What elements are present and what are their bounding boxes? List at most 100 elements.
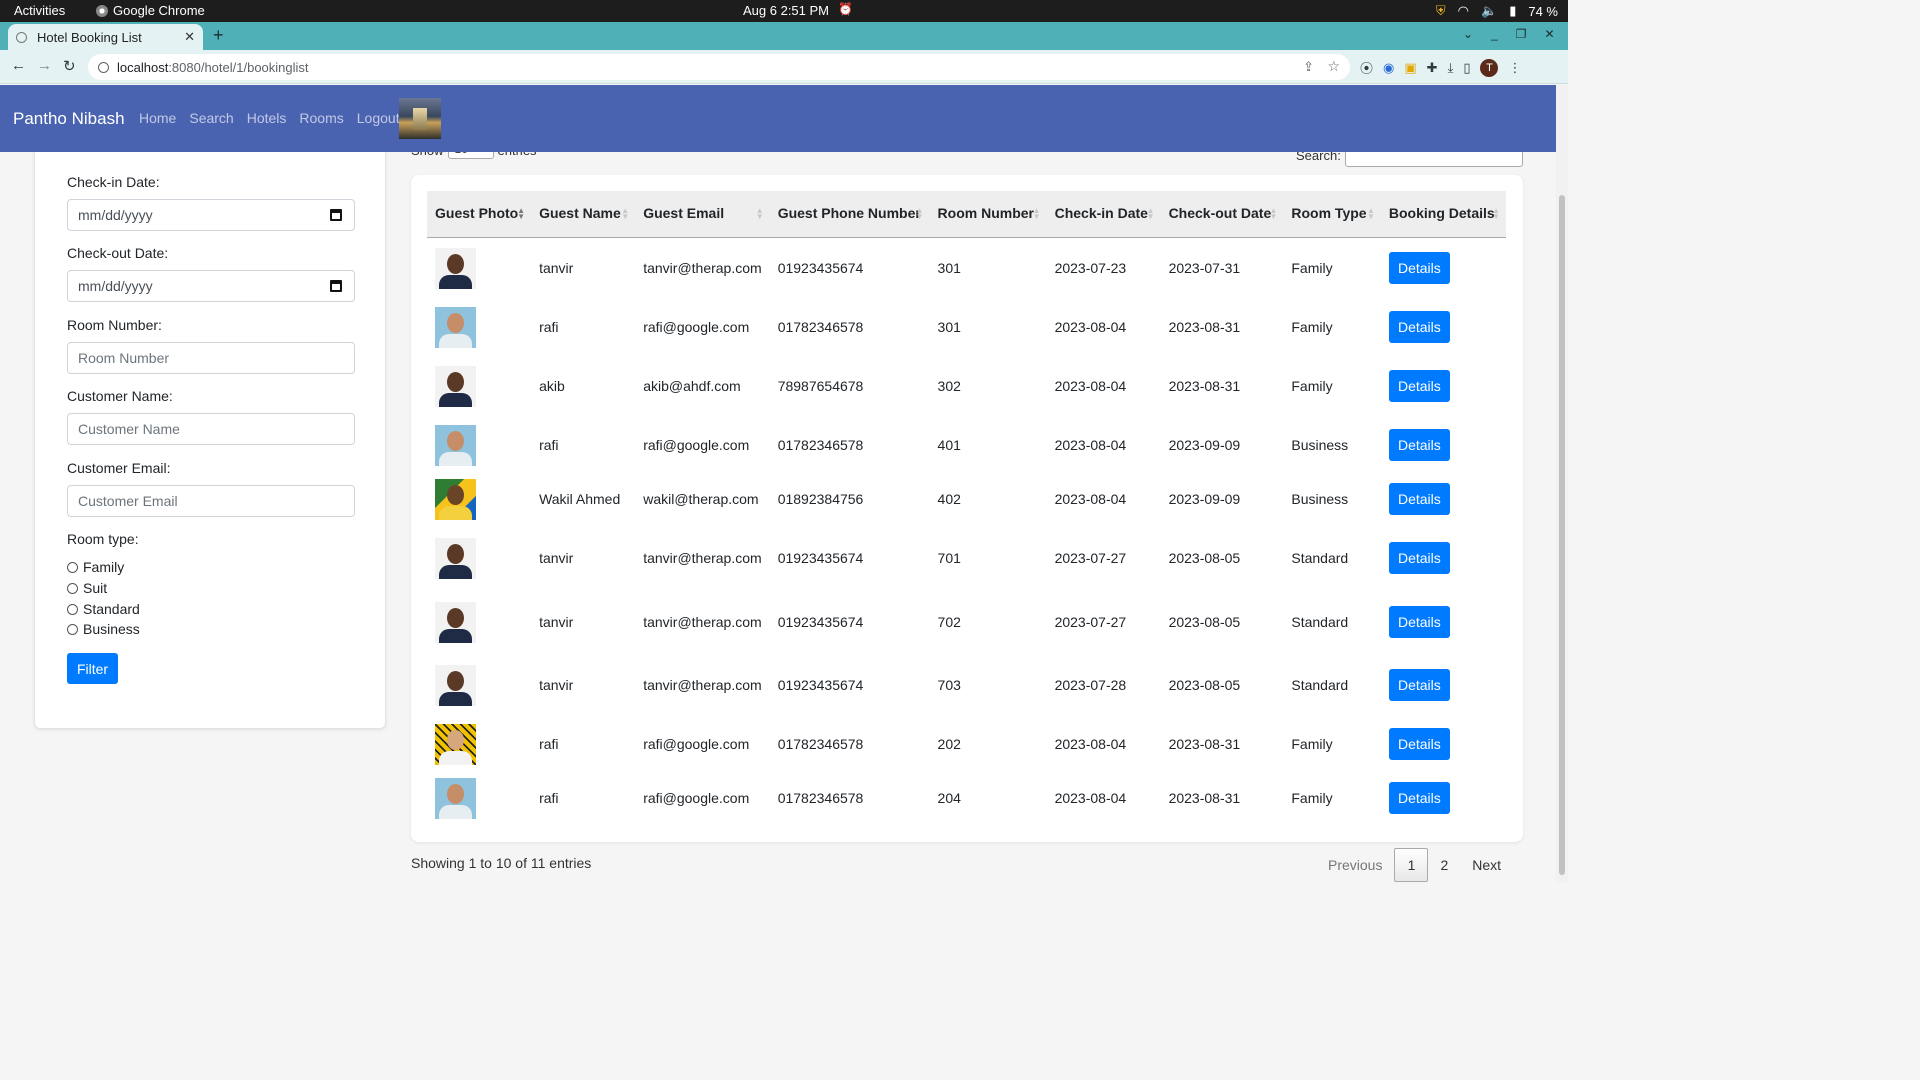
activities-button[interactable]: Activities [14, 3, 65, 18]
extensions-area: ⦿ ◉ ▣ ✚ ⤓ ▯ T ⋮ [1360, 58, 1521, 77]
bookmark-star-icon[interactable]: ☆ [1327, 58, 1340, 75]
guest-photo [435, 777, 476, 819]
column-header[interactable]: Check-in Date ▲ ▼ [1046, 191, 1161, 238]
radio-button[interactable] [67, 603, 78, 615]
tab-search-icon[interactable]: ⌄ [1463, 27, 1473, 41]
close-tab-icon[interactable]: ✕ [184, 29, 195, 45]
calendar-icon[interactable] [330, 209, 342, 221]
radio-button[interactable] [67, 623, 78, 635]
guest-photo [435, 601, 476, 643]
room-type-option-business[interactable]: Business [67, 621, 140, 637]
sort-icon[interactable]: ▲ ▼ [621, 207, 629, 221]
sort-icon[interactable]: ▲ ▼ [1492, 207, 1500, 221]
system-tray[interactable]: ⛨ ◠ 🔈 ▮ 74 % [1436, 3, 1558, 19]
table-row: rafi rafi@google.com 01782346578 202 2023-08… [427, 717, 1506, 771]
cell-checkout: 2023-08-31 [1168, 736, 1241, 752]
column-header[interactable]: Guest Email ▲ ▼ [635, 191, 770, 238]
photo-body [439, 392, 472, 407]
extension-icon[interactable]: ⦿ [1360, 58, 1373, 77]
customer-name-label: Customer Name: [67, 388, 173, 404]
room-type-option-suit[interactable]: Suit [67, 580, 107, 596]
sort-icon[interactable]: ▲ ▼ [1033, 207, 1041, 221]
new-tab-icon[interactable]: + [213, 25, 224, 46]
active-app-indicator[interactable]: Google Chrome [96, 3, 205, 18]
radio-button[interactable] [67, 561, 78, 573]
close-window-icon[interactable]: ✕ [1545, 27, 1555, 41]
radio-label: Suit [83, 580, 108, 596]
filter-button[interactable]: Filter [67, 653, 118, 684]
column-header[interactable]: Room Number ▲ ▼ [929, 191, 1047, 238]
details-button[interactable]: Details [1388, 606, 1450, 638]
cell-checkout: 2023-08-31 [1168, 319, 1241, 335]
details-button[interactable]: Details [1388, 782, 1450, 814]
minimize-icon[interactable]: _ [1491, 27, 1498, 41]
cell-phone: 01923435674 [777, 550, 864, 566]
customer-name-input[interactable]: Customer Name [67, 413, 355, 445]
photo-body [439, 274, 472, 289]
sort-icon[interactable]: ▲ ▼ [1147, 207, 1155, 221]
room-type-option-family[interactable]: Family [67, 559, 124, 575]
sort-icon[interactable]: ▲ ▼ [756, 207, 764, 221]
calendar-icon[interactable] [330, 280, 342, 292]
menu-kebab-icon[interactable]: ⋮ [1508, 60, 1521, 76]
address-bar[interactable]: localhost:8080/hotel/1/bookinglist ⇪ ☆ [88, 54, 1350, 80]
column-header[interactable]: Guest Name ▲ ▼ [531, 191, 636, 238]
cell-room: 301 [937, 319, 961, 335]
reload-icon[interactable]: ↻ [63, 57, 76, 75]
page-2-button[interactable]: 2 [1428, 848, 1460, 882]
radio-button[interactable] [67, 582, 78, 594]
back-icon[interactable]: ← [11, 57, 26, 74]
extension-icon[interactable]: ◉ [1383, 60, 1394, 76]
nav-hotels-link[interactable]: Hotels [247, 110, 287, 126]
room-number-input[interactable]: Room Number [67, 342, 355, 374]
restore-icon[interactable]: ❐ [1516, 27, 1527, 41]
column-header[interactable]: Booking Details ▲ ▼ [1380, 191, 1506, 238]
details-button[interactable]: Details [1388, 728, 1450, 760]
customer-email-input[interactable]: Customer Email [67, 485, 355, 517]
nav-logout-link[interactable]: Logout [357, 110, 400, 126]
details-cell: Details [1381, 717, 1506, 771]
forward-icon[interactable]: → [37, 57, 52, 74]
room-type-option-standard[interactable]: Standard [67, 601, 140, 617]
photo-body [439, 628, 472, 643]
next-page-button[interactable]: Next [1460, 848, 1513, 882]
nav-search-link[interactable]: Search [189, 110, 233, 126]
page-scrollbar[interactable] [1556, 85, 1568, 882]
checkout-date-input[interactable]: mm/dd/yyyy [67, 270, 355, 302]
column-header[interactable]: Guest Photo ▲ ▼ [427, 191, 532, 238]
nav-rooms-link[interactable]: Rooms [299, 110, 343, 126]
page-1-button[interactable]: 1 [1394, 848, 1429, 882]
profile-avatar[interactable]: T [1480, 58, 1499, 77]
site-brand[interactable]: Pantho Nibash [13, 109, 125, 129]
details-button[interactable]: Details [1388, 483, 1450, 515]
extension-icon[interactable]: ▣ [1404, 60, 1416, 76]
details-button[interactable]: Details [1388, 311, 1450, 343]
sort-icon[interactable]: ▲ ▼ [916, 207, 924, 221]
side-panel-icon[interactable]: ▯ [1463, 60, 1470, 76]
cell-room: 702 [937, 614, 961, 630]
browser-tab[interactable]: Hotel Booking List ✕ [8, 24, 203, 50]
radio-label: Family [83, 559, 125, 575]
details-button[interactable]: Details [1388, 252, 1450, 285]
details-button[interactable]: Details [1388, 429, 1450, 461]
details-cell: Details [1381, 473, 1506, 525]
column-header[interactable]: Guest Phone Number ▲ ▼ [769, 191, 930, 238]
previous-page-button[interactable]: Previous [1316, 848, 1394, 882]
details-button[interactable]: Details [1388, 542, 1450, 574]
sort-icon[interactable]: ▲ ▼ [1367, 207, 1375, 221]
download-icon[interactable]: ⤓ [1448, 60, 1454, 76]
scrollbar-thumb[interactable] [1559, 195, 1565, 875]
sort-icon[interactable]: ▲ ▼ [1269, 207, 1277, 221]
details-button[interactable]: Details [1388, 370, 1450, 402]
sort-icon[interactable]: ▲ ▼ [517, 207, 525, 221]
details-cell: Details [1381, 653, 1506, 717]
system-clock[interactable]: Aug 6 2:51 PM [743, 3, 829, 18]
share-icon[interactable]: ⇪ [1303, 59, 1314, 75]
puzzle-icon[interactable]: ✚ [1427, 60, 1438, 76]
column-header[interactable]: Room Type ▲ ▼ [1283, 191, 1381, 238]
nav-home-link[interactable]: Home [139, 110, 176, 126]
site-info-icon[interactable] [98, 61, 109, 73]
checkin-date-input[interactable]: mm/dd/yyyy [67, 199, 355, 231]
details-button[interactable]: Details [1388, 669, 1450, 701]
column-header[interactable]: Check-out Date ▲ ▼ [1160, 191, 1284, 238]
